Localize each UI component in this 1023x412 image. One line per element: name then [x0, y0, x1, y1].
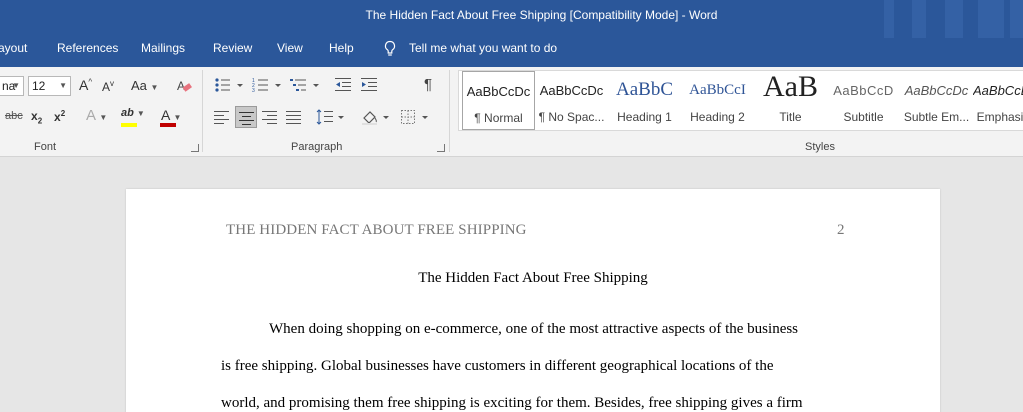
document-canvas: THE HIDDEN FACT ABOUT FREE SHIPPING 2 Th…: [0, 158, 1023, 412]
style-heading-1[interactable]: AaBbC Heading 1: [608, 71, 681, 130]
style-preview: AaB: [763, 71, 818, 103]
title-bar: The Hidden Fact About Free Shipping [Com…: [0, 0, 1023, 67]
change-case-button[interactable]: Aa ▼: [131, 78, 158, 93]
tab-layout[interactable]: ayout: [0, 41, 27, 55]
align-center-button[interactable]: [235, 106, 257, 128]
style-name: Subtle Em...: [903, 110, 970, 124]
font-size-value: 12: [32, 79, 46, 93]
grow-font-icon: A: [79, 77, 89, 93]
style-name: Subtitle: [843, 110, 884, 124]
style-preview: AaBbCcDc: [973, 83, 1023, 98]
document-title: The Hidden Fact About Free Shipping: [418, 270, 648, 286]
font-name-box[interactable]: na ▼: [0, 76, 24, 96]
window-title: The Hidden Fact About Free Shipping [Com…: [365, 8, 718, 22]
style-emphasis[interactable]: AaBbCcDc Emphasis: [973, 71, 1023, 130]
group-separator: [202, 70, 203, 152]
style-no-spacing[interactable]: AaBbCcDc ¶ No Spac...: [535, 71, 608, 130]
style-preview: AaBbCcDc: [904, 83, 969, 98]
decrease-indent-icon[interactable]: [335, 77, 353, 93]
font-group-label: Font: [34, 141, 57, 153]
justify-icon[interactable]: [286, 110, 302, 124]
style-name: Heading 2: [690, 110, 745, 124]
numbering-icon[interactable]: 1 2 3: [252, 77, 284, 93]
tab-references[interactable]: References: [57, 41, 118, 55]
styles-gallery: AaBbCcDc ¶ Normal AaBbCcDc ¶ No Spac... …: [458, 70, 1023, 131]
shading-icon[interactable]: [361, 109, 391, 125]
page-number: 2: [837, 222, 845, 238]
style-subtitle[interactable]: AaBbCcD Subtitle: [827, 71, 900, 130]
chevron-down-icon: ▼: [99, 113, 108, 122]
document-page[interactable]: THE HIDDEN FACT ABOUT FREE SHIPPING 2 Th…: [126, 189, 940, 412]
tab-help[interactable]: Help: [329, 41, 354, 55]
style-title[interactable]: AaB Title: [754, 71, 827, 130]
font-color-icon: A: [161, 107, 170, 123]
style-name: Title: [779, 110, 802, 124]
text-effects-button[interactable]: A ▼: [86, 107, 107, 124]
paragraph-dialog-launcher-icon[interactable]: [437, 144, 445, 152]
style-preview: AaBbC: [616, 79, 673, 100]
text-effects-icon: A: [86, 107, 96, 124]
chevron-down-icon: ▼: [150, 83, 159, 92]
highlighter-icon: ab: [121, 107, 134, 119]
change-case-icon: Aa: [131, 78, 147, 93]
group-separator: [449, 70, 450, 152]
borders-icon[interactable]: [400, 109, 430, 125]
clear-formatting-icon[interactable]: A: [176, 78, 192, 94]
increase-indent-icon[interactable]: [361, 77, 379, 93]
lightbulb-icon: [384, 40, 396, 56]
grow-font-button[interactable]: A^: [79, 77, 92, 93]
align-center-icon: [239, 112, 254, 125]
font-size-box[interactable]: 12 ▼: [28, 76, 71, 96]
strikethrough-button[interactable]: abc: [5, 110, 23, 122]
style-preview: AaBbCcDc: [466, 84, 531, 99]
align-left-icon[interactable]: [214, 110, 230, 124]
paragraph-line: When doing shopping on e-commerce, one o…: [269, 321, 799, 337]
superscript-button[interactable]: x2: [54, 109, 65, 124]
show-formatting-marks-button[interactable]: ¶: [424, 76, 432, 93]
chevron-down-icon: ▼: [12, 81, 20, 90]
style-preview: AaBbCcI: [689, 82, 746, 98]
svg-text:A: A: [177, 79, 185, 93]
superscript-icon: x: [54, 110, 61, 124]
word-window: The Hidden Fact About Free Shipping [Com…: [0, 0, 1023, 412]
svg-text:3: 3: [252, 88, 255, 93]
subscript-icon: x: [31, 109, 38, 123]
chevron-down-icon: ▼: [136, 109, 145, 118]
tab-mailings[interactable]: Mailings: [141, 41, 185, 55]
paragraph-group-label: Paragraph: [291, 141, 343, 153]
style-name: ¶ Normal: [474, 111, 523, 125]
running-header: THE HIDDEN FACT ABOUT FREE SHIPPING: [226, 222, 527, 238]
style-name: Heading 1: [617, 110, 672, 124]
paragraph-line: is free shipping. Global businesses have…: [221, 358, 774, 374]
style-subtle-emphasis[interactable]: AaBbCcDc Subtle Em...: [900, 71, 973, 130]
shrink-font-button[interactable]: Av: [102, 79, 114, 94]
shrink-font-icon: A: [102, 80, 111, 94]
paragraph-line: world, and promising them free shipping …: [221, 395, 803, 411]
style-heading-2[interactable]: AaBbCcI Heading 2: [681, 71, 754, 130]
bullets-icon[interactable]: [214, 77, 246, 93]
style-preview: AaBbCcDc: [539, 83, 604, 98]
style-normal[interactable]: AaBbCcDc ¶ Normal: [462, 71, 535, 130]
ribbon: na ▼ 12 ▼ A^ Av Aa ▼ A abc x2 x2 A ▼ ab …: [0, 67, 1023, 157]
multilevel-list-icon[interactable]: [290, 77, 322, 93]
font-color-swatch: [160, 123, 176, 127]
tell-me-search[interactable]: Tell me what you want to do: [409, 41, 557, 55]
align-right-icon[interactable]: [262, 110, 278, 124]
chevron-down-icon: ▼: [173, 113, 182, 122]
highlight-button[interactable]: ab ▼: [121, 107, 145, 119]
font-color-button[interactable]: A ▼: [161, 107, 181, 123]
highlight-color-swatch: [121, 123, 137, 127]
font-dialog-launcher-icon[interactable]: [191, 144, 199, 152]
style-preview: AaBbCcD: [833, 83, 894, 98]
styles-group-label: Styles: [805, 141, 835, 153]
style-name: ¶ No Spac...: [538, 110, 605, 124]
line-spacing-icon[interactable]: [316, 109, 346, 125]
subscript-button[interactable]: x2: [31, 109, 42, 125]
style-name: Emphasis: [976, 110, 1023, 124]
chevron-down-icon: ▼: [59, 81, 67, 90]
tab-view[interactable]: View: [277, 41, 303, 55]
tab-review[interactable]: Review: [213, 41, 252, 55]
